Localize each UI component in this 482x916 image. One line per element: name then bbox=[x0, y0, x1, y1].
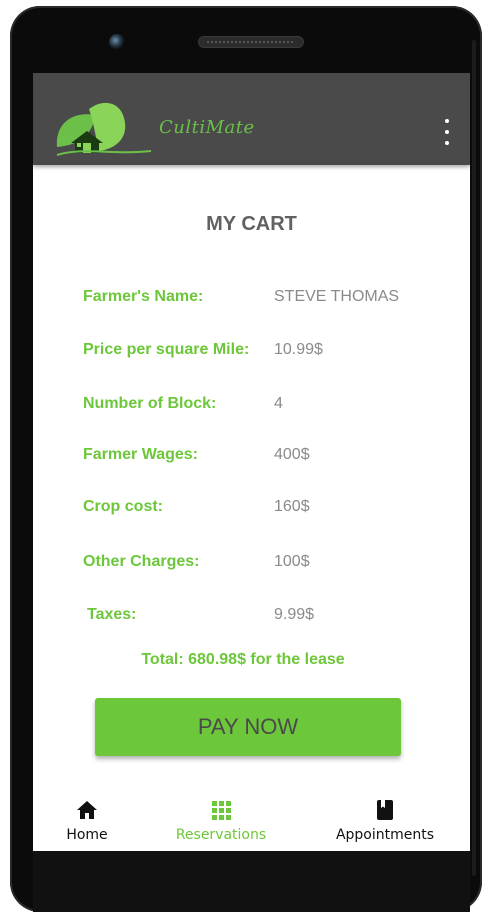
cart-row-other-charges: Other Charges: 100$ bbox=[83, 553, 463, 577]
front-camera bbox=[109, 34, 125, 50]
nav-label-home: Home bbox=[66, 827, 108, 843]
page-title: MY CART bbox=[206, 213, 297, 235]
cart-row-crop-cost: Crop cost: 160$ bbox=[83, 498, 463, 522]
cart-row-farmer-wages: Farmer Wages: 400$ bbox=[83, 446, 463, 470]
row-value: 4 bbox=[274, 395, 283, 412]
leaf-house-logo-icon bbox=[56, 102, 152, 156]
nav-label-appointments: Appointments bbox=[335, 827, 435, 843]
cart-row-taxes: Taxes: 9.99$ bbox=[83, 606, 463, 630]
app-screen: CultiMate MY CART Farmer's Name: STEVE T… bbox=[33, 73, 470, 851]
row-label: Price per square Mile: bbox=[83, 341, 250, 358]
bottom-navigation: Home Reservations Appointments bbox=[33, 791, 470, 851]
grid-icon bbox=[212, 801, 231, 820]
phone-bottom-bezel bbox=[33, 851, 470, 912]
row-label: Other Charges: bbox=[83, 553, 200, 570]
earpiece-speaker bbox=[198, 36, 304, 48]
home-icon bbox=[77, 801, 97, 819]
row-label: Taxes: bbox=[87, 606, 137, 623]
row-label: Farmer Wages: bbox=[83, 446, 198, 463]
row-value: 9.99$ bbox=[274, 606, 315, 623]
nav-item-appointments[interactable]: Appointments bbox=[329, 791, 441, 851]
row-value: 160$ bbox=[274, 498, 310, 515]
row-value: 400$ bbox=[274, 446, 310, 463]
pay-now-button[interactable]: PAY NOW bbox=[95, 698, 401, 756]
cart-row-number-of-block: Number of Block: 4 bbox=[83, 395, 463, 419]
row-label: Crop cost: bbox=[83, 498, 163, 515]
nav-item-reservations[interactable]: Reservations bbox=[171, 791, 271, 851]
app-bar: CultiMate bbox=[33, 73, 470, 165]
row-value: 10.99$ bbox=[274, 341, 323, 358]
cart-row-farmer-name: Farmer's Name: STEVE THOMAS bbox=[83, 288, 463, 312]
app-brand-name: CultiMate bbox=[159, 117, 255, 138]
book-icon bbox=[377, 800, 393, 820]
row-label: Farmer's Name: bbox=[83, 288, 204, 305]
row-label: Number of Block: bbox=[83, 395, 217, 412]
row-value: 100$ bbox=[274, 553, 310, 570]
nav-item-home[interactable]: Home bbox=[55, 791, 119, 851]
nav-label-reservations: Reservations bbox=[175, 827, 267, 843]
total-amount: Total: 680.98$ for the lease bbox=[141, 651, 345, 668]
phone-side-edge bbox=[472, 40, 476, 876]
overflow-menu-icon[interactable] bbox=[438, 119, 456, 145]
row-value: STEVE THOMAS bbox=[274, 288, 400, 305]
cart-row-price-per-mile: Price per square Mile: 10.99$ bbox=[83, 341, 463, 365]
